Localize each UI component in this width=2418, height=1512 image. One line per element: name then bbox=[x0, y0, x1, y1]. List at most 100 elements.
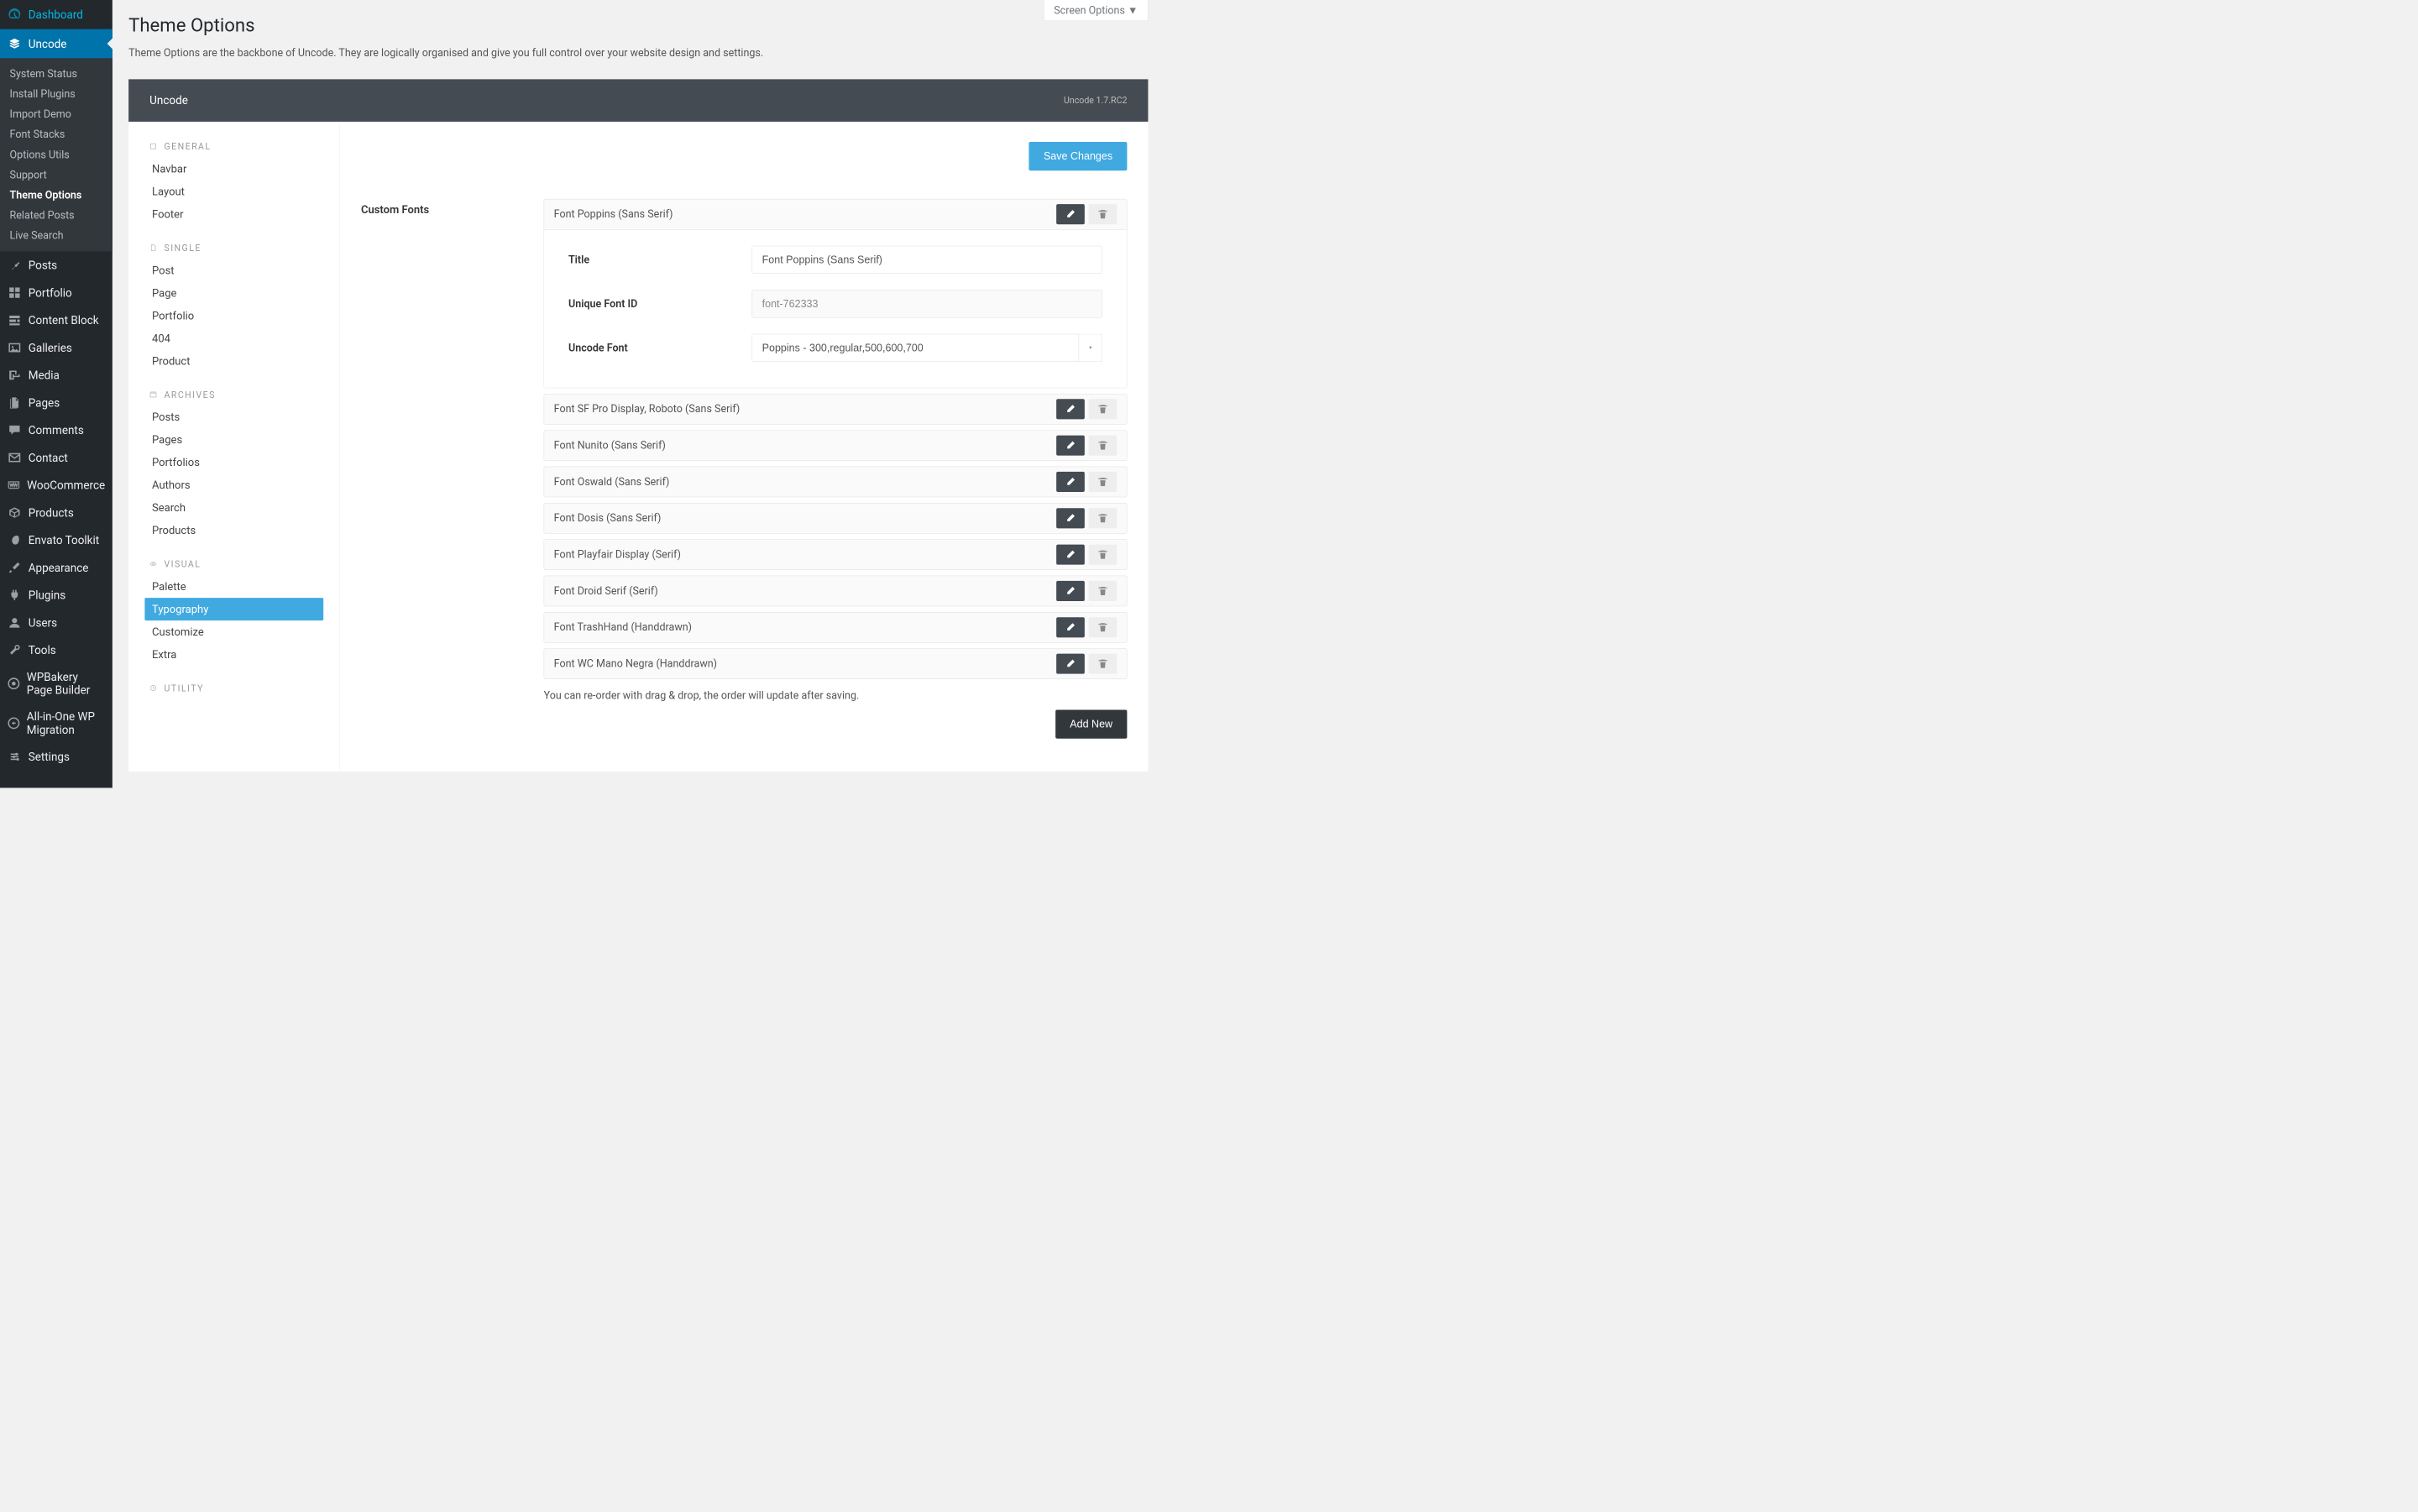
uncode-font-field[interactable] bbox=[752, 334, 1080, 362]
nav-link-customize[interactable]: Customize bbox=[144, 620, 323, 643]
submenu-item-system-status[interactable]: System Status bbox=[0, 64, 113, 84]
comments-icon bbox=[8, 423, 22, 437]
menu-label: Posts bbox=[29, 259, 57, 272]
delete-button[interactable] bbox=[1089, 399, 1117, 419]
font-item[interactable]: Font SF Pro Display, Roboto (Sans Serif) bbox=[544, 394, 1128, 425]
menu-item-contact[interactable]: Contact bbox=[0, 444, 113, 472]
content-area: Screen Options ▼ Theme Options Theme Opt… bbox=[113, 0, 1165, 787]
menu-item-galleries[interactable]: Galleries bbox=[0, 334, 113, 362]
edit-button[interactable] bbox=[1056, 472, 1085, 492]
nav-link-page[interactable]: Page bbox=[144, 282, 323, 305]
nav-link-layout[interactable]: Layout bbox=[144, 180, 323, 203]
menu-item-uncode[interactable]: Uncode bbox=[0, 29, 113, 59]
nav-link-post[interactable]: Post bbox=[144, 259, 323, 282]
nav-link-footer[interactable]: Footer bbox=[144, 203, 323, 226]
add-new-button[interactable]: Add New bbox=[1055, 710, 1127, 739]
font-item[interactable]: Font Nunito (Sans Serif) bbox=[544, 430, 1128, 461]
font-item[interactable]: Font WC Mano Negra (Handdrawn) bbox=[544, 648, 1128, 679]
menu-label: Comments bbox=[29, 423, 84, 437]
edit-button[interactable] bbox=[1056, 581, 1085, 601]
nav-link-search[interactable]: Search bbox=[144, 496, 323, 519]
font-item[interactable]: Font Dosis (Sans Serif) bbox=[544, 503, 1128, 534]
submenu-item-install-plugins[interactable]: Install Plugins bbox=[0, 84, 113, 104]
menu-item-wpbakery-page-builder[interactable]: WPBakery Page Builder bbox=[0, 664, 113, 704]
delete-button[interactable] bbox=[1089, 545, 1117, 565]
menu-item-media[interactable]: Media bbox=[0, 361, 113, 389]
font-item[interactable]: Font Playfair Display (Serif) bbox=[544, 539, 1128, 570]
screen-options-toggle[interactable]: Screen Options ▼ bbox=[1044, 0, 1148, 21]
edit-button[interactable] bbox=[1056, 436, 1085, 456]
menu-item-plugins[interactable]: Plugins bbox=[0, 581, 113, 609]
nav-link-portfolio[interactable]: Portfolio bbox=[144, 305, 323, 327]
title-field[interactable] bbox=[752, 246, 1102, 274]
delete-button[interactable] bbox=[1089, 654, 1117, 674]
nav-link-portfolios[interactable]: Portfolios bbox=[144, 451, 323, 473]
edit-button[interactable] bbox=[1056, 399, 1085, 419]
nav-link-palette[interactable]: Palette bbox=[144, 575, 323, 598]
trash-icon bbox=[1097, 658, 1108, 669]
menu-label: Contact bbox=[29, 451, 68, 464]
submenu-item-live-search[interactable]: Live Search bbox=[0, 226, 113, 246]
menu-label: All-in-One WP Migration bbox=[27, 710, 105, 737]
nav-link-posts[interactable]: Posts bbox=[144, 405, 323, 428]
nav-link-extra[interactable]: Extra bbox=[144, 643, 323, 666]
menu-item-envato-toolkit[interactable]: Envato Toolkit bbox=[0, 526, 113, 554]
delete-button[interactable] bbox=[1089, 617, 1117, 637]
nav-section-label: UTILITY bbox=[164, 683, 203, 693]
nav-link-authors[interactable]: Authors bbox=[144, 473, 323, 496]
trash-icon bbox=[1097, 586, 1108, 597]
submenu-item-support[interactable]: Support bbox=[0, 165, 113, 185]
font-item-title: Font Dosis (Sans Serif) bbox=[554, 512, 662, 524]
user-icon bbox=[8, 615, 22, 630]
delete-button[interactable] bbox=[1089, 436, 1117, 456]
submenu-item-options-utils[interactable]: Options Utils bbox=[0, 144, 113, 165]
chevron-down-icon[interactable]: ▾ bbox=[1079, 334, 1102, 362]
edit-button[interactable] bbox=[1056, 617, 1085, 637]
menu-item-tools[interactable]: Tools bbox=[0, 636, 113, 664]
nav-link-404[interactable]: 404 bbox=[144, 327, 323, 350]
media-icon bbox=[8, 368, 22, 382]
menu-item-appearance[interactable]: Appearance bbox=[0, 554, 113, 582]
menu-item-settings[interactable]: Settings bbox=[0, 743, 113, 771]
delete-button[interactable] bbox=[1089, 472, 1117, 492]
trash-icon bbox=[1097, 513, 1108, 524]
wpb-icon bbox=[8, 677, 20, 691]
font-item-title: Font Poppins (Sans Serif) bbox=[554, 208, 673, 220]
menu-item-content-block[interactable]: Content Block bbox=[0, 306, 113, 334]
menu-item-users[interactable]: Users bbox=[0, 609, 113, 636]
menu-item-dashboard[interactable]: Dashboard bbox=[0, 0, 113, 29]
nav-link-typography[interactable]: Typography bbox=[144, 598, 323, 620]
pencil-icon bbox=[1065, 209, 1076, 220]
menu-item-woocommerce[interactable]: WooCommerce bbox=[0, 471, 113, 499]
delete-button[interactable] bbox=[1089, 508, 1117, 528]
delete-button[interactable] bbox=[1089, 204, 1117, 224]
font-id-field[interactable] bbox=[752, 290, 1102, 317]
edit-button[interactable] bbox=[1056, 545, 1085, 565]
submenu-item-font-stacks[interactable]: Font Stacks bbox=[0, 124, 113, 144]
edit-button[interactable] bbox=[1056, 508, 1085, 528]
submenu-item-related-posts[interactable]: Related Posts bbox=[0, 206, 113, 226]
nav-link-product[interactable]: Product bbox=[144, 349, 323, 372]
nav-link-pages[interactable]: Pages bbox=[144, 428, 323, 451]
panel-nav: GENERALNavbarLayoutFooterSINGLEPostPageP… bbox=[128, 122, 340, 772]
edit-button[interactable] bbox=[1056, 204, 1085, 224]
save-button[interactable]: Save Changes bbox=[1029, 142, 1128, 170]
menu-item-products[interactable]: Products bbox=[0, 499, 113, 526]
menu-item-comments[interactable]: Comments bbox=[0, 416, 113, 444]
nav-link-navbar[interactable]: Navbar bbox=[144, 158, 323, 180]
pencil-icon bbox=[1065, 477, 1076, 488]
menu-item-pages[interactable]: Pages bbox=[0, 389, 113, 416]
menu-label: Dashboard bbox=[29, 8, 83, 21]
delete-button[interactable] bbox=[1089, 581, 1117, 601]
submenu-item-import-demo[interactable]: Import Demo bbox=[0, 104, 113, 124]
font-item[interactable]: Font Oswald (Sans Serif) bbox=[544, 467, 1128, 498]
menu-item-posts[interactable]: Posts bbox=[0, 251, 113, 279]
submenu-item-theme-options[interactable]: Theme Options bbox=[0, 186, 113, 206]
nav-link-products[interactable]: Products bbox=[144, 519, 323, 541]
font-item[interactable]: Font TrashHand (Handdrawn) bbox=[544, 612, 1128, 643]
menu-item-portfolio[interactable]: Portfolio bbox=[0, 279, 113, 306]
edit-button[interactable] bbox=[1056, 654, 1085, 674]
menu-item-all-in-one-wp-migration[interactable]: All-in-One WP Migration bbox=[0, 704, 113, 743]
font-item[interactable]: Font Poppins (Sans Serif)TitleUnique Fon… bbox=[544, 199, 1128, 388]
font-item[interactable]: Font Droid Serif (Serif) bbox=[544, 576, 1128, 607]
